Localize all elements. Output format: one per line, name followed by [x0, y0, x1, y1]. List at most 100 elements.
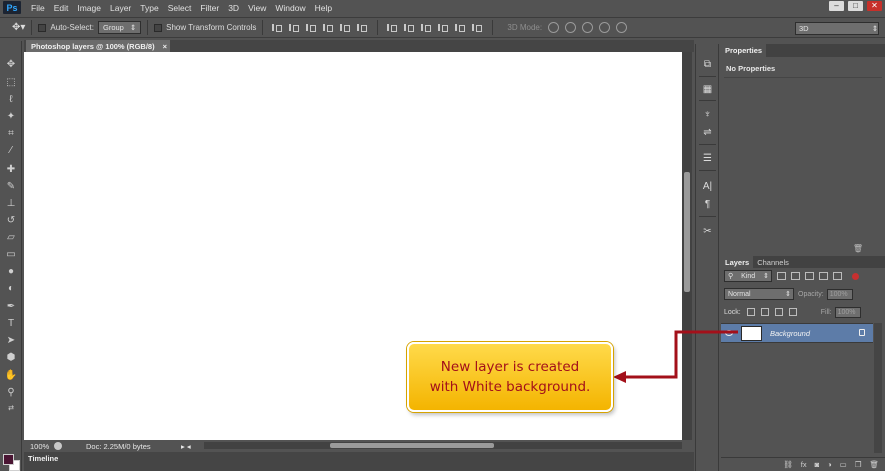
distribute-vcenter-icon[interactable] — [401, 22, 415, 33]
delete-layer-icon[interactable]: 🗑 — [869, 460, 879, 469]
history-panel-icon[interactable]: ⧉ — [700, 57, 715, 71]
menu-filter[interactable]: Filter — [200, 3, 219, 13]
adjustment-filter-icon[interactable] — [791, 272, 800, 280]
3d-roll-icon[interactable] — [565, 22, 577, 33]
align-right-icon[interactable] — [354, 22, 368, 33]
lock-transparent-icon[interactable] — [746, 308, 755, 316]
swap-colors-icon[interactable]: ⇄ — [4, 401, 18, 415]
blend-mode-dropdown[interactable]: Normal ⇕ — [724, 288, 794, 300]
timeline-tab[interactable]: Timeline — [28, 454, 58, 463]
menu-file[interactable]: File — [31, 3, 45, 13]
fill-field[interactable]: 100% — [834, 306, 861, 318]
pixel-filter-icon[interactable] — [777, 272, 786, 280]
layer-row-background[interactable]: Background — [721, 323, 873, 343]
auto-select-checkbox[interactable]: Auto-Select: — [38, 23, 94, 32]
menu-select[interactable]: Select — [168, 3, 192, 13]
move-tool-icon[interactable]: ✥▾ — [12, 22, 25, 33]
path-selection-tool-icon[interactable]: ➤ — [4, 333, 18, 347]
lock-all-icon[interactable] — [788, 308, 797, 316]
menu-view[interactable]: View — [248, 3, 266, 13]
smart-object-filter-icon[interactable] — [833, 272, 842, 280]
opacity-field[interactable]: 100% — [826, 288, 853, 300]
lock-image-icon[interactable] — [760, 308, 769, 316]
maximize-icon[interactable]: □ — [848, 1, 863, 11]
gradient-tool-icon[interactable]: ▭ — [4, 247, 18, 261]
distribute-left-icon[interactable] — [435, 22, 449, 33]
lasso-tool-icon[interactable]: ℓ — [4, 92, 18, 106]
3d-pan-icon[interactable] — [582, 22, 594, 33]
shape-filter-icon[interactable] — [819, 272, 828, 280]
menu-3d[interactable]: 3D — [228, 3, 239, 13]
layer-name[interactable]: Background — [770, 329, 810, 338]
workspace-dropdown[interactable]: 3D ⇕ — [795, 22, 879, 35]
tab-channels[interactable]: Channels — [753, 256, 793, 268]
distribute-top-icon[interactable] — [384, 22, 398, 33]
brush-panel-icon[interactable]: ♆ — [700, 107, 715, 121]
zoom-tool-icon[interactable]: ⚲ — [4, 385, 18, 399]
auto-select-dropdown[interactable]: Group ⇕ — [97, 21, 142, 34]
align-left-icon[interactable] — [320, 22, 334, 33]
hand-tool-icon[interactable]: ✋ — [4, 368, 18, 382]
adjustments-panel-icon[interactable]: ⇌ — [700, 125, 715, 139]
align-hcenter-icon[interactable] — [337, 22, 351, 33]
distribute-bottom-icon[interactable] — [418, 22, 432, 33]
type-tool-icon[interactable]: T — [4, 316, 18, 330]
healing-brush-tool-icon[interactable]: ✚ — [4, 162, 18, 176]
lock-position-icon[interactable] — [774, 308, 783, 316]
paragraph-panel-icon[interactable]: ¶ — [700, 197, 715, 211]
marquee-tool-icon[interactable]: ⬚ — [4, 75, 18, 89]
dodge-tool-icon[interactable]: ◐ — [4, 281, 18, 295]
layer-comps-panel-icon[interactable]: ☰ — [700, 151, 715, 165]
align-top-icon[interactable] — [269, 22, 283, 33]
horizontal-scrollbar[interactable] — [204, 442, 682, 449]
tool-presets-panel-icon[interactable]: ✂ — [700, 224, 715, 238]
kind-dropdown[interactable]: ⚲ Kind ⇕ — [724, 270, 772, 282]
actions-panel-icon[interactable]: ▦ — [700, 82, 715, 96]
eyedropper-tool-icon[interactable]: ⁄ — [4, 143, 18, 157]
blur-tool-icon[interactable]: ● — [4, 264, 18, 278]
status-info-icon[interactable] — [54, 442, 62, 450]
layer-thumbnail[interactable] — [741, 325, 762, 341]
close-icon[interactable]: ✕ — [867, 1, 882, 11]
tab-layers[interactable]: Layers — [721, 256, 754, 268]
crop-tool-icon[interactable]: ⌗ — [4, 126, 18, 140]
trash-icon[interactable]: 🗑 — [853, 244, 863, 253]
status-menu-arrow-icon[interactable]: ▸ ◂ — [181, 442, 191, 451]
menu-edit[interactable]: Edit — [54, 3, 69, 13]
clone-stamp-tool-icon[interactable]: ⊥ — [4, 196, 18, 210]
layers-scrollbar[interactable] — [874, 323, 882, 453]
menu-help[interactable]: Help — [315, 3, 332, 13]
zoom-field[interactable]: 100% — [24, 442, 54, 451]
align-vcenter-icon[interactable] — [286, 22, 300, 33]
shape-tool-icon[interactable]: ⬢ — [4, 350, 18, 364]
adjustment-layer-icon[interactable]: ◑ — [827, 460, 832, 469]
close-tab-icon[interactable]: × — [163, 42, 167, 51]
foreground-color-swatch[interactable] — [3, 454, 14, 465]
new-layer-icon[interactable]: ❐ — [855, 460, 862, 469]
brush-tool-icon[interactable]: ✎ — [4, 179, 18, 193]
layer-style-icon[interactable]: fx — [801, 460, 807, 469]
type-filter-icon[interactable] — [805, 272, 814, 280]
history-brush-tool-icon[interactable]: ↺ — [4, 213, 18, 227]
distribute-right-icon[interactable] — [469, 22, 483, 33]
magic-wand-tool-icon[interactable]: ✦ — [4, 109, 18, 123]
vertical-scrollbar[interactable] — [682, 52, 692, 440]
align-bottom-icon[interactable] — [303, 22, 317, 33]
menu-window[interactable]: Window — [275, 3, 305, 13]
add-mask-icon[interactable]: ◙ — [815, 460, 820, 469]
3d-scale-icon[interactable] — [616, 22, 628, 33]
distribute-hcenter-icon[interactable] — [452, 22, 466, 33]
properties-tab[interactable]: Properties — [721, 44, 767, 57]
menu-image[interactable]: Image — [77, 3, 101, 13]
eye-icon[interactable] — [725, 330, 733, 336]
minimize-icon[interactable]: – — [829, 1, 844, 11]
document-tab[interactable]: Photoshop layers @ 100% (RGB/8) × — [26, 40, 170, 52]
character-panel-icon[interactable]: A| — [700, 179, 715, 193]
scrollbar-thumb[interactable] — [684, 172, 690, 292]
show-transform-checkbox[interactable]: Show Transform Controls — [154, 23, 256, 32]
menu-layer[interactable]: Layer — [110, 3, 131, 13]
filter-toggle-icon[interactable] — [852, 272, 859, 280]
scrollbar-thumb[interactable] — [330, 443, 494, 448]
new-group-icon[interactable]: ▭ — [840, 460, 847, 469]
3d-slide-icon[interactable] — [599, 22, 611, 33]
